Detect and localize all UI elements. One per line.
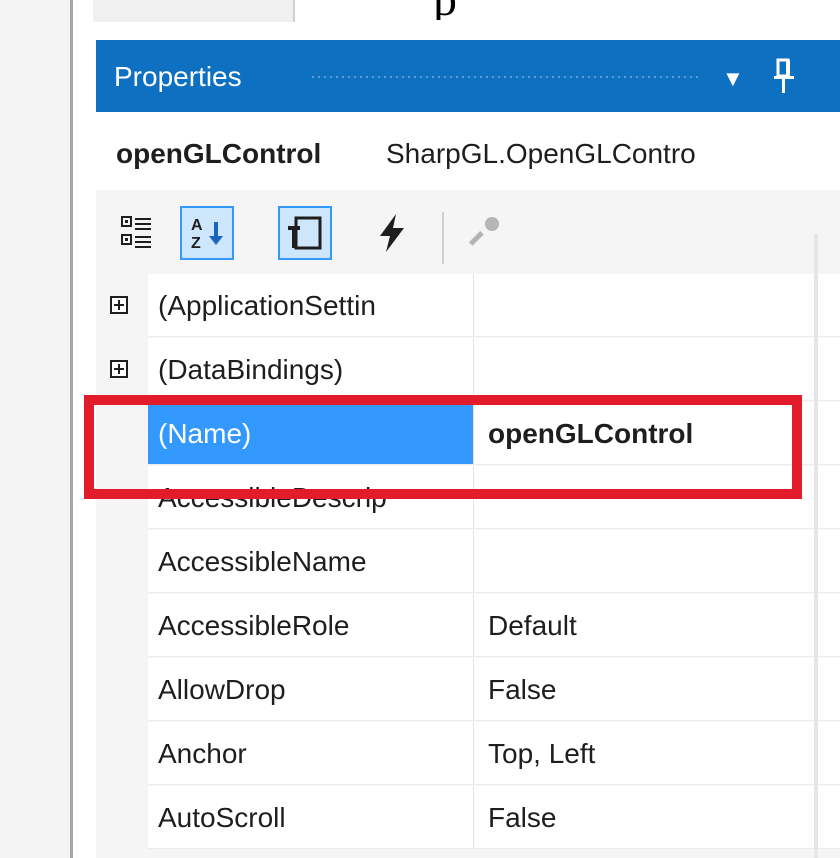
row-expander [96,466,148,530]
property-row-name[interactable]: (Name) openGLControl [96,402,840,466]
property-name[interactable]: AccessibleName [148,530,474,593]
properties-toolbar: A Z [96,190,840,274]
document-tab[interactable] [93,0,295,22]
toolbar-separator [442,212,444,264]
property-name[interactable]: AutoScroll [148,786,474,849]
property-value[interactable] [474,338,840,401]
properties-icon [288,216,322,250]
row-expander [96,530,148,594]
row-expander [96,402,148,466]
document-area: p [73,0,840,40]
events-icon [380,214,404,252]
left-margin [0,0,70,858]
svg-text:Z: Z [191,235,201,252]
object-name: openGLControl [116,138,322,169]
row-expander [96,594,148,658]
property-name[interactable]: (Name) [148,402,474,465]
property-name[interactable]: Anchor [148,722,474,785]
property-row-applicationsettings[interactable]: (ApplicationSettin [96,274,840,338]
property-row-anchor[interactable]: Anchor Top, Left [96,722,840,786]
property-name[interactable]: (ApplicationSettin [148,274,474,337]
window-position-dropdown-icon[interactable]: ▼ [722,66,744,92]
property-row-accessiblerole[interactable]: AccessibleRole Default [96,594,840,658]
document-text-fragment: p [433,0,543,20]
alphabetical-button[interactable]: A Z [180,206,234,260]
property-name[interactable]: (DataBindings) [148,338,474,401]
property-name[interactable]: AccessibleDescrip [148,466,474,529]
property-value[interactable]: False [474,658,840,721]
row-expander[interactable] [96,338,148,402]
row-expander [96,722,148,786]
property-value[interactable]: Default [474,594,840,657]
property-name[interactable]: AllowDrop [148,658,474,721]
grid-right-edge [814,234,818,858]
row-expander [96,658,148,722]
svg-text:A: A [191,217,203,234]
pin-icon[interactable] [772,56,796,96]
categorized-button[interactable] [114,206,168,260]
property-value[interactable] [474,530,840,593]
alphabetical-icon: A Z [191,217,223,252]
object-type: SharpGL.OpenGLContro [386,138,696,169]
drag-grip[interactable] [310,74,700,82]
property-row-accessiblename[interactable]: AccessibleName [96,530,840,594]
editor-splitter [70,0,73,858]
panel-title: Properties [114,61,242,92]
property-grid: (ApplicationSettin (DataBindings) (Name)… [96,274,840,858]
property-value[interactable] [474,274,840,337]
properties-button[interactable] [278,206,332,260]
property-pages-button[interactable] [460,206,514,260]
categorized-icon [121,216,151,248]
properties-panel: Properties ▼ openGLControl SharpGL.OpenG… [96,40,840,858]
property-row-allowdrop[interactable]: AllowDrop False [96,658,840,722]
property-row-accessibledescription[interactable]: AccessibleDescrip [96,466,840,530]
expand-icon[interactable] [110,360,128,378]
property-row-autoscroll[interactable]: AutoScroll False [96,786,840,850]
property-value[interactable]: False [474,786,840,849]
row-expander [96,786,148,850]
object-selector[interactable]: openGLControl SharpGL.OpenGLContro [96,112,840,190]
property-name[interactable]: AccessibleRole [148,594,474,657]
expand-icon[interactable] [110,296,128,314]
properties-titlebar[interactable]: Properties ▼ [96,40,840,112]
property-value[interactable] [474,466,840,529]
property-row-databindings[interactable]: (DataBindings) [96,338,840,402]
row-expander[interactable] [96,274,148,338]
events-button[interactable] [366,206,420,260]
property-value[interactable]: Top, Left [474,722,840,785]
property-value[interactable]: openGLControl [474,402,840,465]
wrench-icon [468,217,499,246]
